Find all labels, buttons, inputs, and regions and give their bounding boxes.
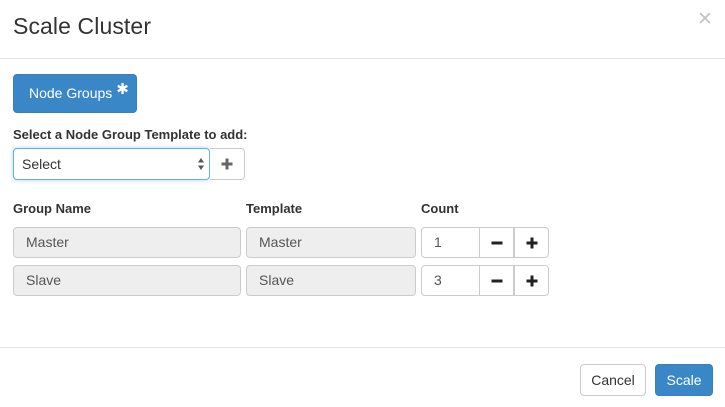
template-select-value: Select xyxy=(22,156,61,172)
group-name-field: Slave xyxy=(13,265,241,296)
minus-icon xyxy=(491,241,502,244)
plus-icon xyxy=(221,158,233,170)
column-header-template: Template xyxy=(246,201,303,216)
tab-node-groups[interactable]: Node Groups ✱ xyxy=(13,74,137,113)
plus-icon xyxy=(526,275,537,286)
column-header-count: Count xyxy=(421,201,459,216)
count-input[interactable]: 1 xyxy=(421,227,480,258)
modal-header: Scale Cluster ✕ xyxy=(0,0,725,59)
close-icon[interactable]: ✕ xyxy=(697,10,713,30)
group-name-field: Master xyxy=(13,227,241,258)
required-asterisk-icon: ✱ xyxy=(116,81,129,98)
increment-button[interactable] xyxy=(514,265,549,296)
add-template-button[interactable] xyxy=(210,148,245,180)
node-group-template-select[interactable]: Select xyxy=(13,148,210,180)
select-arrows-icon xyxy=(198,158,204,170)
decrement-button[interactable] xyxy=(479,265,514,296)
modal-footer: Cancel Scale xyxy=(0,347,725,407)
decrement-button[interactable] xyxy=(479,227,514,258)
modal-title: Scale Cluster xyxy=(13,13,152,39)
scale-button[interactable]: Scale xyxy=(655,364,713,396)
increment-button[interactable] xyxy=(514,227,549,258)
cancel-button[interactable]: Cancel xyxy=(580,364,646,396)
plus-icon xyxy=(526,237,537,248)
minus-icon xyxy=(491,279,502,282)
template-field: Master xyxy=(246,227,416,258)
column-header-group-name: Group Name xyxy=(13,201,92,216)
template-select-label: Select a Node Group Template to add: xyxy=(13,127,248,142)
template-field: Slave xyxy=(246,265,416,296)
tab-node-groups-label: Node Groups xyxy=(29,85,113,101)
count-input[interactable]: 3 xyxy=(421,265,480,296)
